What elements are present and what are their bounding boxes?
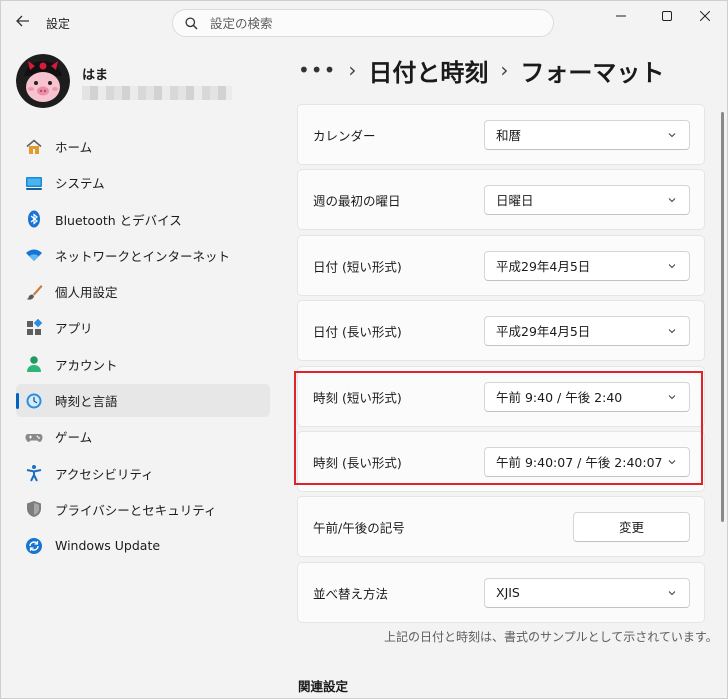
chevron-down-icon bbox=[668, 263, 676, 268]
dropdown-value: 午前 9:40 / 午後 2:40 bbox=[496, 390, 623, 405]
minimize-button[interactable] bbox=[598, 0, 644, 32]
related-settings-heading: 関連設定 bbox=[298, 679, 349, 694]
nav-item-system[interactable]: システム bbox=[16, 166, 270, 199]
dropdown-value: 平成29年4月5日 bbox=[496, 324, 591, 339]
user-name: はま bbox=[82, 68, 109, 83]
setting-label: 並べ替え方法 bbox=[313, 586, 389, 601]
change-button[interactable]: 変更 bbox=[573, 511, 690, 542]
accessibility-icon bbox=[24, 463, 44, 483]
nav-label: Windows Update bbox=[55, 538, 161, 554]
nav-label: 個人用設定 bbox=[55, 285, 118, 301]
setting-label: 週の最初の曜日 bbox=[313, 193, 401, 208]
chevron-down-icon bbox=[668, 132, 676, 137]
minimize-icon bbox=[616, 15, 626, 17]
dropdown-value: 平成29年4月5日 bbox=[496, 259, 591, 274]
nav-item-gaming[interactable]: ゲーム bbox=[16, 420, 270, 453]
search-box[interactable] bbox=[172, 9, 554, 37]
back-button[interactable] bbox=[10, 8, 36, 34]
shield-icon bbox=[24, 499, 44, 519]
nav-label: プライバシーとセキュリティ bbox=[55, 502, 217, 518]
nav-label: ホーム bbox=[55, 140, 93, 155]
setting-label: 時刻 (長い形式) bbox=[313, 455, 402, 470]
chevron-down-icon bbox=[668, 394, 676, 399]
page-title: フォーマット bbox=[520, 58, 665, 87]
brush-icon bbox=[24, 282, 44, 302]
sidebar-nav: ホーム システム Bluetooth とデバイス ネットワークとインターネット … bbox=[16, 130, 270, 566]
breadcrumb: ••• › 日付と時刻 › フォーマット bbox=[298, 52, 664, 88]
pig-avatar-icon bbox=[16, 54, 70, 108]
setting-row-short-date: 日付 (短い形式) 平成29年4月5日 bbox=[297, 235, 705, 296]
user-email-blurred: ████████████████ bbox=[82, 86, 232, 100]
nav-label: システム bbox=[55, 176, 105, 192]
system-icon bbox=[24, 173, 44, 193]
chevron-down-icon bbox=[668, 590, 676, 595]
nav-item-accessibility[interactable]: アクセシビリティ bbox=[16, 457, 270, 490]
setting-row-calendar: カレンダー 和暦 bbox=[297, 104, 705, 165]
app-title: 設定 bbox=[46, 17, 71, 31]
nav-item-bluetooth[interactable]: Bluetooth とデバイス bbox=[16, 203, 270, 236]
nav-item-windows-update[interactable]: Windows Update bbox=[16, 529, 270, 562]
search-input[interactable] bbox=[208, 14, 532, 32]
nav-label: アプリ bbox=[55, 321, 93, 337]
dropdown-value: 和暦 bbox=[496, 128, 522, 143]
chevron-down-icon bbox=[668, 328, 676, 333]
short-date-dropdown[interactable]: 平成29年4月5日 bbox=[484, 250, 690, 281]
close-icon bbox=[700, 11, 710, 21]
nav-label: ネットワークとインターネット bbox=[55, 248, 231, 264]
setting-row-long-time: 時刻 (長い形式) 午前 9:40:07 / 午後 2:40:07 bbox=[297, 431, 705, 492]
setting-label: 日付 (短い形式) bbox=[313, 259, 402, 274]
calendar-dropdown[interactable]: 和暦 bbox=[484, 119, 690, 150]
long-time-dropdown[interactable]: 午前 9:40:07 / 午後 2:40:07 bbox=[484, 446, 690, 477]
dropdown-value: 午前 9:40:07 / 午後 2:40:07 bbox=[496, 455, 663, 470]
long-date-dropdown[interactable]: 平成29年4月5日 bbox=[484, 315, 690, 346]
avatar[interactable] bbox=[16, 54, 70, 108]
setting-label: カレンダー bbox=[313, 128, 376, 143]
setting-row-short-time: 時刻 (短い形式) 午前 9:40 / 午後 2:40 bbox=[297, 366, 705, 427]
sort-method-dropdown[interactable]: XJIS bbox=[484, 577, 690, 608]
breadcrumb-overflow-button[interactable]: ••• bbox=[298, 58, 336, 82]
dropdown-value: 日曜日 bbox=[496, 193, 534, 208]
setting-label: 日付 (長い形式) bbox=[313, 324, 402, 339]
dropdown-value: XJIS bbox=[496, 585, 520, 600]
nav-item-apps[interactable]: アプリ bbox=[16, 311, 270, 344]
time-language-icon bbox=[24, 391, 44, 411]
maximize-icon bbox=[662, 11, 672, 21]
nav-label: ゲーム bbox=[55, 430, 93, 446]
nav-label: アカウント bbox=[55, 357, 118, 373]
setting-label: 午前/午後の記号 bbox=[313, 520, 405, 535]
setting-row-first-day-of-week: 週の最初の曜日 日曜日 bbox=[297, 169, 705, 230]
account-icon bbox=[24, 354, 44, 374]
setting-row-long-date: 日付 (長い形式) 平成29年4月5日 bbox=[297, 300, 705, 361]
search-icon bbox=[185, 16, 198, 29]
nav-item-network[interactable]: ネットワークとインターネット bbox=[16, 239, 270, 272]
nav-item-privacy[interactable]: プライバシーとセキュリティ bbox=[16, 493, 270, 526]
setting-row-am-pm-symbols: 午前/午後の記号 変更 bbox=[297, 496, 705, 557]
chevron-right-icon: › bbox=[348, 58, 357, 82]
chevron-down-icon bbox=[668, 459, 676, 464]
first-day-dropdown[interactable]: 日曜日 bbox=[484, 184, 690, 215]
wifi-icon bbox=[24, 245, 44, 265]
setting-label: 時刻 (短い形式) bbox=[313, 390, 402, 405]
setting-row-sort-method: 並べ替え方法 XJIS bbox=[297, 562, 705, 623]
back-arrow-icon bbox=[16, 15, 29, 27]
close-button[interactable] bbox=[682, 0, 728, 32]
nav-item-home[interactable]: ホーム bbox=[16, 130, 270, 163]
sample-note: 上記の日付と時刻は、書式のサンプルとして示されています。 bbox=[384, 630, 718, 644]
scrollbar[interactable] bbox=[721, 112, 724, 522]
short-time-dropdown[interactable]: 午前 9:40 / 午後 2:40 bbox=[484, 381, 690, 412]
nav-item-personalization[interactable]: 個人用設定 bbox=[16, 275, 270, 308]
chevron-right-icon: › bbox=[500, 58, 509, 82]
apps-icon bbox=[24, 318, 44, 338]
nav-label: 時刻と言語 bbox=[55, 394, 118, 410]
nav-label: アクセシビリティ bbox=[55, 466, 154, 482]
nav-item-time-language[interactable]: 時刻と言語 bbox=[16, 384, 270, 418]
breadcrumb-parent-link[interactable]: 日付と時刻 bbox=[368, 53, 488, 88]
bluetooth-icon bbox=[24, 209, 44, 229]
update-icon bbox=[24, 536, 44, 556]
gamepad-icon bbox=[24, 427, 44, 447]
nav-item-accounts[interactable]: アカウント bbox=[16, 348, 270, 381]
nav-label: Bluetooth とデバイス bbox=[55, 212, 182, 228]
home-icon bbox=[24, 137, 44, 157]
chevron-down-icon bbox=[668, 197, 676, 202]
